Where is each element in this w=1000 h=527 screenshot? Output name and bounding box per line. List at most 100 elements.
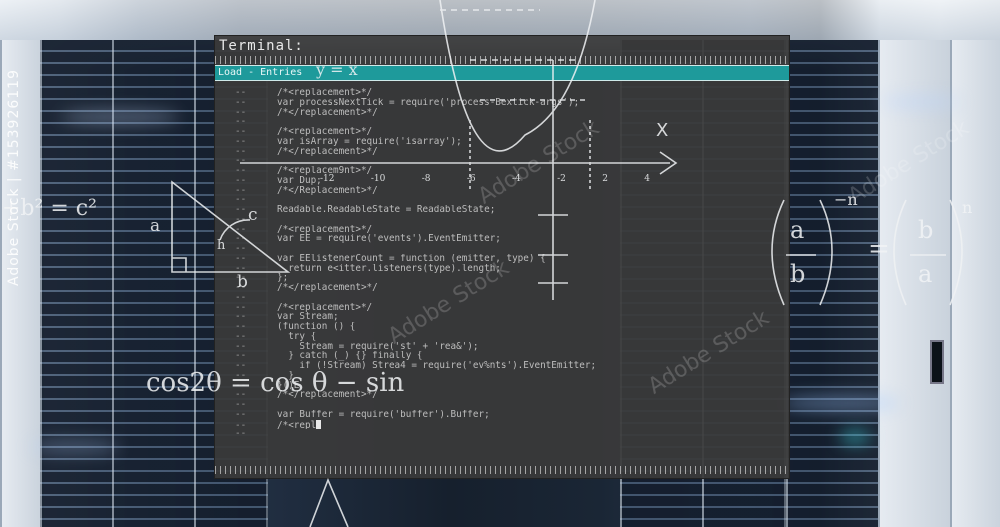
code-line: -- if (!Stream) Strea4 = require('ev%nts… <box>235 361 775 371</box>
code-text: } catch (_) {} finally { <box>277 351 423 361</box>
code-text: (function () { <box>277 322 356 332</box>
code-line: --}; <box>235 273 775 283</box>
rack-handle <box>930 340 944 384</box>
code-line: -- <box>235 429 775 439</box>
line-gutter-marker: -- <box>235 136 247 147</box>
line-gutter-marker: -- <box>235 185 247 196</box>
bottom-ruler <box>215 466 789 474</box>
code-text: try { <box>277 331 317 342</box>
line-gutter-marker: -- <box>235 341 247 352</box>
server-rack <box>0 40 44 527</box>
code-text: var EE = require('events').EventEmitter; <box>277 234 501 244</box>
code-text: /*</replacement>*/ <box>277 107 378 118</box>
code-area[interactable]: -- /*<replacement>*/ -- var processNextTick… <box>235 88 775 439</box>
code-text: }; <box>277 273 289 283</box>
tab-load-entries[interactable]: Load - Entries <box>218 66 302 80</box>
code-text: /*</replacement>*/ <box>277 390 378 400</box>
light-flare <box>780 395 900 411</box>
line-gutter-marker: -- <box>235 205 247 215</box>
line-gutter-marker: -- <box>235 322 247 332</box>
code-line: -- var Buffer = require('buffer').Buffer; <box>235 410 775 420</box>
code-line: -- <box>235 293 775 303</box>
line-gutter-marker: -- <box>235 361 247 371</box>
code-line: -- /*<replacement>*/ <box>235 225 775 235</box>
code-text: /*</replacement>*/ <box>277 283 378 293</box>
line-gutter-marker: -- <box>235 429 247 439</box>
line-gutter-marker: -- <box>235 195 247 205</box>
code-line: -- var EElistenerCount = function (emitte… <box>235 254 775 264</box>
line-gutter-marker: -- <box>235 283 247 293</box>
code-line: -- /*</Replacement>*/ <box>235 186 775 196</box>
code-text: } <box>277 370 294 381</box>
code-line: -- <box>235 195 775 205</box>
line-gutter-marker: -- <box>235 88 247 98</box>
line-gutter-marker: -- <box>235 273 247 283</box>
line-gutter-marker: -- <box>235 166 247 176</box>
server-rack <box>786 40 880 527</box>
code-line: -- return e<itter.listeners(type).length… <box>235 264 775 274</box>
code-line: -- var Dup; <box>235 176 775 186</box>
light-flare <box>880 95 960 109</box>
code-line: -- Stream = require('st' + 'rea&'); <box>235 342 775 352</box>
server-rack <box>878 40 952 527</box>
code-line: -- /*<repl <box>235 419 775 430</box>
light-flare <box>840 430 870 444</box>
line-gutter-marker: -- <box>235 224 247 235</box>
code-line: -- Readable.ReadableState = ReadableState… <box>235 205 775 215</box>
line-gutter-marker: -- <box>235 244 247 254</box>
line-gutter-marker: -- <box>235 234 247 244</box>
line-gutter-marker: -- <box>235 117 247 127</box>
code-text: }()E <box>277 380 300 391</box>
code-line: -- /*<replacem9nt>*/ <box>235 166 775 176</box>
text-cursor <box>316 419 322 429</box>
line-gutter-marker: -- <box>235 370 247 381</box>
code-text: if (!Stream) Strea4 = require('ev%nts').… <box>277 361 597 371</box>
code-text: /*</Replacement>*/ <box>277 185 378 196</box>
line-gutter-marker: -- <box>235 253 247 264</box>
code-line: -- <box>235 400 775 410</box>
line-gutter-marker: -- <box>235 263 247 274</box>
line-gutter-marker: -- <box>235 214 247 225</box>
code-line: -- <box>235 244 775 254</box>
code-line: -- <box>235 156 775 166</box>
code-line: -- var isArray = require('isarray'); <box>235 137 775 147</box>
code-line: -- <box>235 117 775 127</box>
code-text: /*</replacement>*/ <box>277 146 378 157</box>
code-line: -- } <box>235 371 775 381</box>
code-text: var Buffer = require('buffer').Buffer; <box>277 409 490 420</box>
line-gutter-marker: -- <box>235 175 247 186</box>
code-line: -- /*</replacement>*/ <box>235 147 775 157</box>
line-gutter-marker: -- <box>235 292 247 303</box>
code-line: -- /*<replacement>*/ <box>235 127 775 137</box>
top-ruler <box>215 56 789 64</box>
code-line: -- <box>235 215 775 225</box>
line-gutter-marker: -- <box>235 107 247 118</box>
code-text: var Stream; <box>277 312 339 322</box>
line-gutter-marker: -- <box>235 380 247 391</box>
code-line: -- var Stream; <box>235 312 775 322</box>
line-gutter-marker: -- <box>235 351 247 361</box>
line-gutter-marker: -- <box>235 302 247 313</box>
line-gutter-marker: -- <box>235 400 247 410</box>
code-text: Readable.ReadableState = ReadableState; <box>277 205 496 215</box>
code-text: var EElistenerCount = function (emitter,… <box>277 253 546 264</box>
code-line: -- (function () { <box>235 322 775 332</box>
terminal-window[interactable]: Terminal: Load - Entries -- /*<replacemen… <box>214 35 790 479</box>
line-gutter-marker: -- <box>235 390 247 400</box>
server-rack <box>950 40 1000 527</box>
code-line: -- /*<replacement>*/ <box>235 303 775 313</box>
code-text: /*<replacement>*/ <box>277 88 373 98</box>
line-gutter-marker: -- <box>235 127 247 137</box>
code-line: -- try { <box>235 332 775 342</box>
line-gutter-marker: -- <box>235 146 247 157</box>
line-gutter-marker: -- <box>235 156 247 166</box>
code-line: -- } catch (_) {} finally { <box>235 351 775 361</box>
code-text: var isArray = require('isarray'); <box>277 136 462 147</box>
code-text: /*<replacem9nt>*/ <box>277 166 373 176</box>
code-line: -- /*</replacement>*/ <box>235 283 775 293</box>
line-gutter-marker: -- <box>235 312 247 322</box>
code-text: /*<repl <box>277 419 317 430</box>
tab-bar[interactable]: Load - Entries <box>215 65 789 81</box>
line-gutter-marker: -- <box>235 409 247 420</box>
code-text: var Dup; <box>277 175 322 186</box>
